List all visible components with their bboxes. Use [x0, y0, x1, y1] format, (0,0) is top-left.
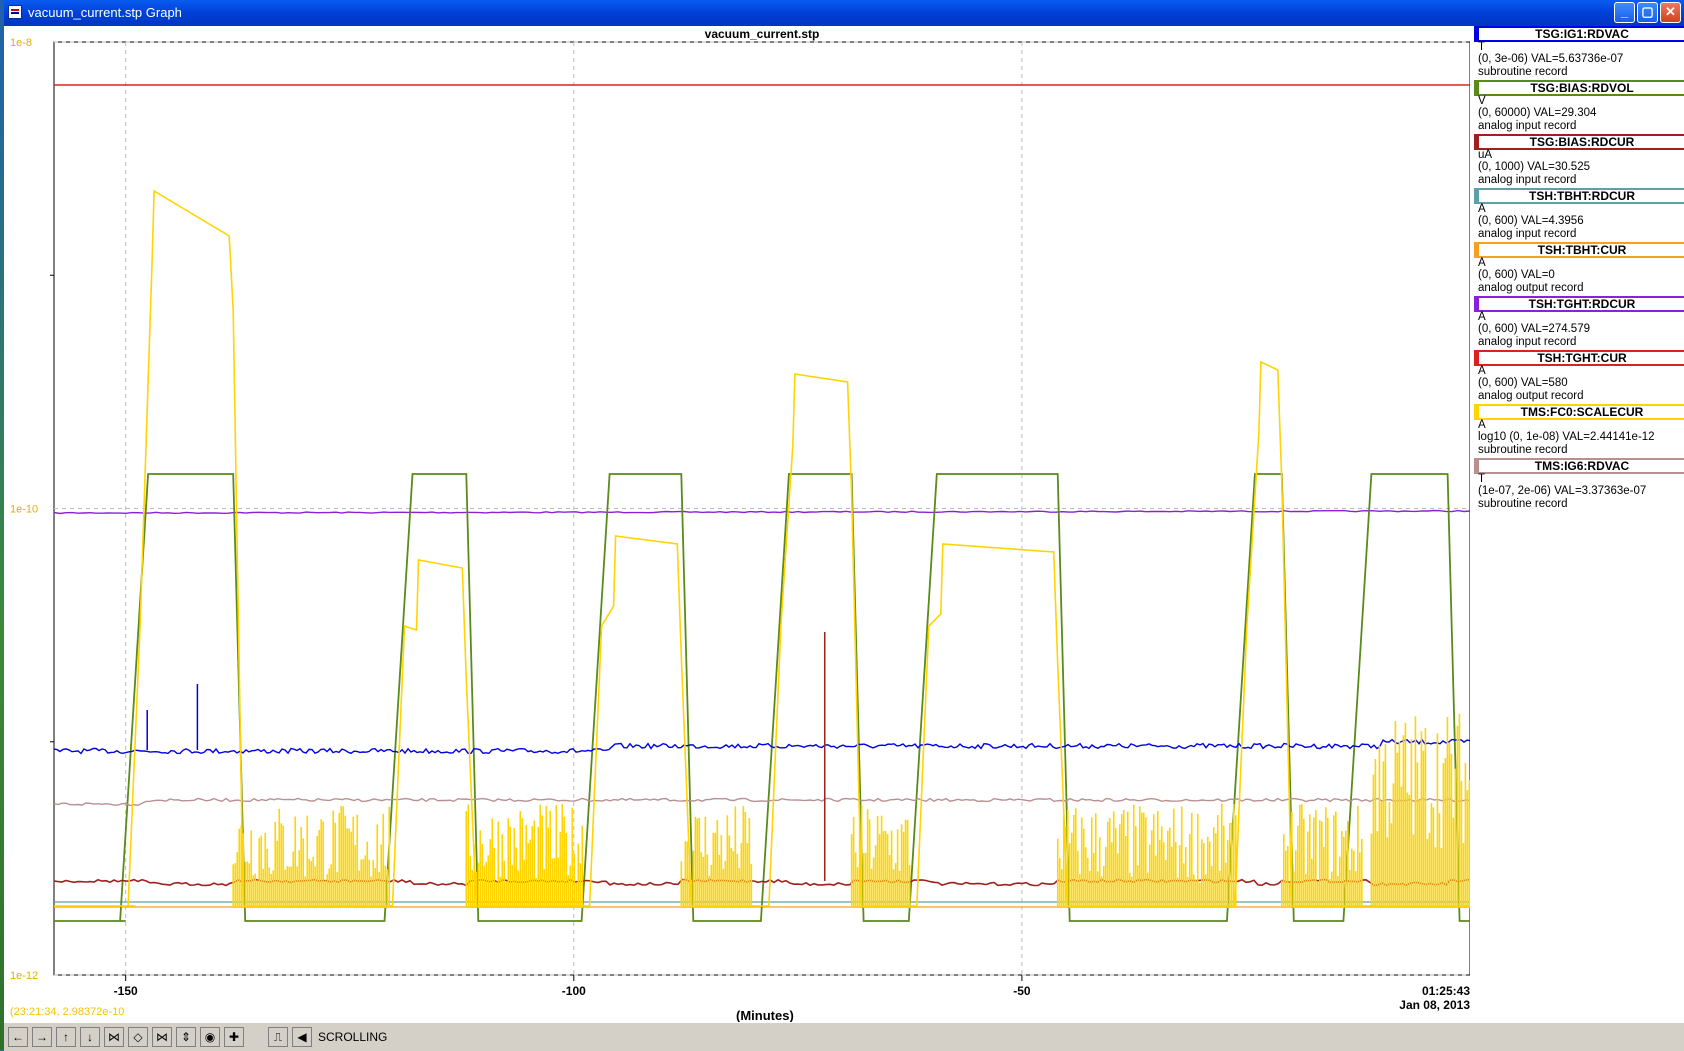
scroll-left-button[interactable]: ←: [8, 1027, 28, 1047]
scroll-mode-button[interactable]: ◀: [292, 1027, 312, 1047]
graph-window: vacuum_current.stp Graph _ ▢ ✕ vacuum_cu…: [4, 0, 1684, 1051]
date-label: Jan 08, 2013: [1399, 998, 1470, 1012]
legend-item-range: (0, 600) VAL=274.579: [1478, 323, 1590, 335]
chart-title: vacuum_current.stp: [705, 27, 820, 41]
legend-item-range: (0, 1000) VAL=30.525: [1478, 161, 1590, 173]
add-button[interactable]: ✚: [224, 1027, 244, 1047]
scroll-right-button[interactable]: →: [32, 1027, 52, 1047]
legend-item-range: (0, 600) VAL=4.3956: [1478, 215, 1584, 227]
legend-item[interactable]: TSH:TGHT:RDCUR A (0, 600) VAL=274.579 analo…: [1474, 296, 1684, 350]
scroll-up-button[interactable]: ↑: [56, 1027, 76, 1047]
legend-item-range: (1e-07, 2e-06) VAL=3.37363e-07: [1478, 485, 1647, 497]
legend-item[interactable]: TSG:BIAS:RDVOL V (0, 60000) VAL=29.304 anal…: [1474, 80, 1684, 134]
minimize-button[interactable]: _: [1614, 2, 1635, 23]
title-bar[interactable]: vacuum_current.stp Graph _ ▢ ✕: [4, 0, 1684, 26]
zoom-y-out-button[interactable]: ⇕: [176, 1027, 196, 1047]
toolbar: SCROLLING ← → ↑ ↓ ⋈ ◇ ⋈ ⇕ ◉ ✚ ⎍ ◀: [4, 1022, 1684, 1051]
legend-item[interactable]: TSH:TBHT:RDCUR A (0, 600) VAL=4.3956 analog…: [1474, 188, 1684, 242]
legend-item[interactable]: TMS:FC0:SCALECUR Alog10 (0, 1e-08) VAL=2.…: [1474, 404, 1684, 458]
legend-item-range: log10 (0, 1e-08) VAL=2.44141e-12: [1478, 431, 1655, 443]
scroll-down-button[interactable]: ↓: [80, 1027, 100, 1047]
y-tick-label: 1e-10: [10, 504, 38, 516]
legend-item-record: analog input record: [1478, 174, 1577, 186]
x-tick-label: -50: [1013, 984, 1031, 998]
legend-item-record: subroutine record: [1478, 498, 1568, 510]
legend-item[interactable]: TMS:IG6:RDVAC T (1e-07, 2e-06) VAL=3.37363…: [1474, 458, 1684, 512]
window-title: vacuum_current.stp Graph: [28, 5, 182, 20]
legend-panel: TSG:IG1:RDVAC T (0, 3e-06) VAL=5.63736e-07…: [1474, 26, 1684, 512]
legend-item-record: analog output record: [1478, 282, 1584, 294]
legend-item-name[interactable]: TMS:FC0:SCALECUR: [1474, 404, 1684, 420]
waveform-button[interactable]: ⎍: [268, 1027, 288, 1047]
legend-item-range: (0, 3e-06) VAL=5.63736e-07: [1478, 53, 1624, 65]
legend-item-record: analog input record: [1478, 120, 1577, 132]
y-tick-label: 1e-12: [10, 970, 38, 982]
y-tick-label: 1e-8: [10, 37, 32, 49]
zoom-y-in-button[interactable]: ⋈: [152, 1027, 172, 1047]
legend-item-record: analog input record: [1478, 228, 1577, 240]
legend-item[interactable]: TSG:IG1:RDVAC T (0, 3e-06) VAL=5.63736e-07…: [1474, 26, 1684, 80]
zoom-x-in-button[interactable]: ⋈: [104, 1027, 124, 1047]
mode-label: SCROLLING: [318, 1030, 388, 1044]
legend-item-record: subroutine record: [1478, 66, 1568, 78]
close-button[interactable]: ✕: [1660, 2, 1681, 23]
chart-canvas[interactable]: vacuum_current.stp -150 -100 -50 1e-8 1e-10 1e…: [4, 26, 1470, 1022]
x-tick-label: -100: [562, 984, 586, 998]
time-label: 01:25:43: [1422, 984, 1470, 998]
zoom-x-out-button[interactable]: ◇: [128, 1027, 148, 1047]
legend-item-name[interactable]: TSG:BIAS:RDVOL: [1474, 80, 1684, 96]
legend-item-range: (0, 600) VAL=0: [1478, 269, 1555, 281]
legend-item-name[interactable]: TSG:BIAS:RDCUR: [1474, 134, 1684, 150]
legend-item-name[interactable]: TSH:TGHT:CUR: [1474, 350, 1684, 366]
legend-item-name[interactable]: TSH:TBHT:RDCUR: [1474, 188, 1684, 204]
legend-item-name[interactable]: TSG:IG1:RDVAC: [1474, 26, 1684, 42]
legend-item[interactable]: TSH:TGHT:CUR A (0, 600) VAL=580 analog outp…: [1474, 350, 1684, 404]
app-icon: [8, 5, 22, 19]
legend-item-record: analog output record: [1478, 390, 1584, 402]
legend-item-record: analog input record: [1478, 336, 1577, 348]
maximize-button[interactable]: ▢: [1637, 2, 1658, 23]
legend-item[interactable]: TSH:TBHT:CUR A (0, 600) VAL=0 analog output…: [1474, 242, 1684, 296]
x-axis-label: (Minutes): [736, 1008, 794, 1023]
legend-item-name[interactable]: TMS:IG6:RDVAC: [1474, 458, 1684, 474]
legend-item[interactable]: TSG:BIAS:RDCUR uA (0, 1000) VAL=30.525 anal…: [1474, 134, 1684, 188]
cursor-readout: (23:21:34, 2.98372e-10: [10, 1006, 125, 1018]
x-tick-label: -150: [114, 984, 138, 998]
legend-item-name[interactable]: TSH:TGHT:RDCUR: [1474, 296, 1684, 312]
legend-item-record: subroutine record: [1478, 444, 1568, 456]
legend-item-range: (0, 60000) VAL=29.304: [1478, 107, 1597, 119]
graph-area[interactable]: vacuum_current.stp -150 -100 -50 1e-8 1e-10 1e…: [4, 26, 1684, 1022]
reset-button[interactable]: ◉: [200, 1027, 220, 1047]
legend-item-name[interactable]: TSH:TBHT:CUR: [1474, 242, 1684, 258]
legend-item-range: (0, 600) VAL=580: [1478, 377, 1568, 389]
